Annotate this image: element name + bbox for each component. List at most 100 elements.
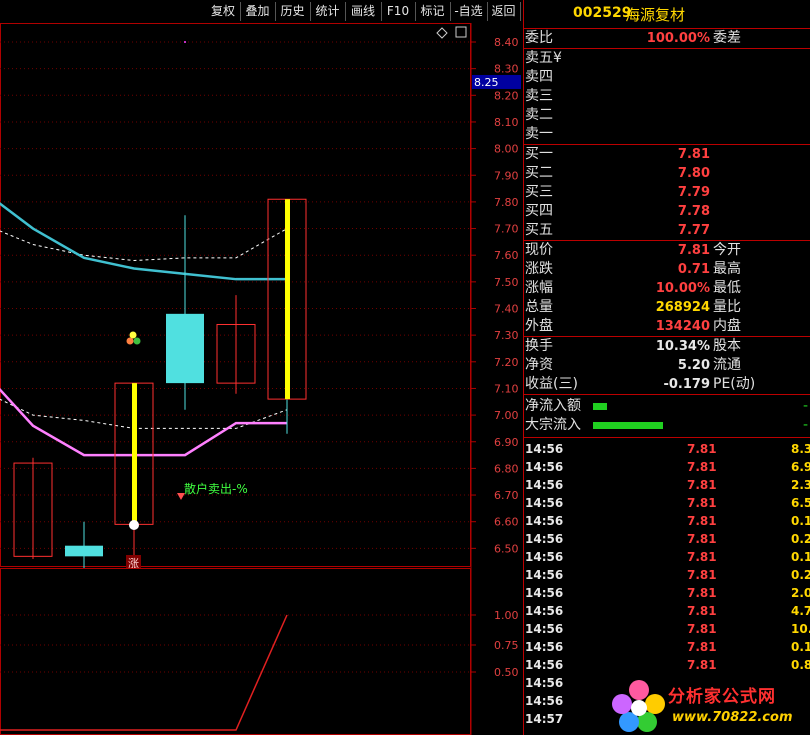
fundamental-row: 净资 5.20 流通 — [523, 356, 810, 375]
ask-row[interactable]: 卖二 — [523, 106, 810, 125]
price-tick-label: 8.00 — [494, 143, 519, 156]
order-ratio-value: 100.00% — [646, 31, 710, 46]
tick-row[interactable]: 14:56 7.81 0.2 — [523, 530, 810, 548]
toolbar-button-7[interactable]: -自选 — [450, 2, 488, 21]
tick-row[interactable]: 14:56 7.81 0.2 — [523, 566, 810, 584]
bid-price: 7.81 — [677, 147, 710, 162]
tick-row[interactable]: 14:56 7.81 4.7 — [523, 602, 810, 620]
tick-time: 14:56 — [525, 442, 564, 456]
tick-row[interactable]: 14:56 7.81 2.0 — [523, 584, 810, 602]
indicator-chart[interactable]: 1.00 0.75 0.50 — [0, 568, 522, 735]
chart-toolbar: 复权 叠加 历史 统计 画线 F10 标记 -自选 返回 — [0, 0, 522, 23]
fundamental-value: 5.20 — [677, 358, 710, 373]
ask-label: 卖二 — [525, 107, 553, 123]
tick-time: 14:56 — [525, 694, 564, 708]
tick-row[interactable]: 14:56 7.81 8.3 — [523, 440, 810, 458]
tick-time: 14:57 — [525, 712, 564, 726]
ask-label: 卖一 — [525, 126, 553, 142]
toolbar-button-8[interactable]: 返回 — [487, 2, 521, 21]
ask-row[interactable]: 卖一 — [523, 125, 810, 144]
tick-time: 14:56 — [525, 550, 564, 564]
tick-volume: 0.1 — [791, 514, 810, 528]
tick-time: 14:56 — [525, 586, 564, 600]
toolbar-button-4[interactable]: 画线 — [345, 2, 382, 21]
tick-volume: 6.9 — [791, 460, 810, 474]
price-tick-label: 8.20 — [494, 89, 519, 102]
price-tick-label: 6.80 — [494, 462, 519, 475]
divider — [523, 394, 810, 395]
tick-time: 14:56 — [525, 622, 564, 636]
tick-row[interactable]: 14:56 7.81 0.1 — [523, 548, 810, 566]
toolbar-button-3[interactable]: 统计 — [310, 2, 346, 21]
tick-time: 14:56 — [525, 658, 564, 672]
tick-row[interactable]: 14:56 7.81 10.5 — [523, 620, 810, 638]
tick-volume: 8.3 — [791, 442, 810, 456]
flow-row: 净流入额 - — [523, 397, 810, 416]
tick-row[interactable]: 14:56 7.81 0.8 — [523, 656, 810, 674]
candle-body[interactable] — [65, 545, 103, 557]
quote-label-2: 今开 — [713, 242, 741, 258]
toolbar-button-5[interactable]: F10 — [381, 2, 416, 21]
order-ratio-label: 委比 — [525, 30, 553, 46]
fundamental-label: 收益(三) — [525, 376, 578, 392]
tick-time: 14:56 — [525, 640, 564, 654]
diamond-icon[interactable] — [436, 27, 448, 39]
bid-label: 买五 — [525, 222, 553, 238]
fundamental-label-2: 股本 — [713, 338, 741, 354]
bid-price: 7.77 — [677, 223, 710, 238]
flow-bar — [593, 422, 663, 429]
flow-tail: - — [802, 417, 808, 433]
tick-price: 7.81 — [687, 604, 717, 618]
order-ratio-row: 委比 100.00% 委差 — [523, 29, 810, 48]
bid-row[interactable]: 买二 7.80 — [523, 164, 810, 183]
order-diff-label: 委差 — [713, 30, 741, 46]
flow-tail: - — [802, 398, 808, 414]
toolbar-button-1[interactable]: 叠加 — [240, 2, 276, 21]
bid-row[interactable]: 买五 7.77 — [523, 221, 810, 240]
tick-volume: 6.5 — [791, 496, 810, 510]
bid-row[interactable]: 买一 7.81 — [523, 145, 810, 164]
quote-value: 134240 — [655, 319, 710, 334]
signal-arrow-icon — [177, 493, 185, 500]
quote-value: 268924 — [655, 300, 710, 315]
tick-row[interactable]: 14:56 7.81 0.1 — [523, 638, 810, 656]
tick-row[interactable]: 14:56 7.81 6.9 — [523, 458, 810, 476]
tick-price: 7.81 — [687, 514, 717, 528]
bid-price: 7.79 — [677, 185, 710, 200]
candlestick-chart[interactable]: 8.40 8.30 8.20 8.10 8.00 7.90 7.80 7.70 7.60 7.50… — [0, 23, 522, 568]
sub-chart-frame — [0, 568, 471, 735]
tick-row[interactable]: 14:56 7.81 0.1 — [523, 512, 810, 530]
flower-logo-icon — [612, 680, 665, 732]
tick-volume: 4.7 — [791, 604, 810, 618]
bid-row[interactable]: 买三 7.79 — [523, 183, 810, 202]
toolbar-button-2[interactable]: 历史 — [275, 2, 311, 21]
toolbar-button-0[interactable]: 复权 — [206, 2, 241, 21]
tick-row[interactable]: 14:56 7.81 6.5 — [523, 494, 810, 512]
bid-label: 买四 — [525, 203, 553, 219]
toolbar-button-6[interactable]: 标记 — [415, 2, 451, 21]
ask-row[interactable]: 卖三 — [523, 87, 810, 106]
ask-label: 卖四 — [525, 69, 553, 85]
candle-body[interactable] — [166, 313, 204, 384]
tick-time: 14:56 — [525, 496, 564, 510]
tick-price: 7.81 — [687, 442, 717, 456]
fundamental-row: 收益(三) -0.179 PE(动) — [523, 375, 810, 394]
divider — [523, 437, 810, 438]
tick-price: 7.81 — [687, 532, 717, 546]
tick-volume: 10.5 — [791, 622, 810, 636]
window-toggle-icon[interactable] — [455, 26, 467, 38]
price-tick-label: 7.10 — [494, 382, 519, 395]
ask-row[interactable]: 卖四 — [523, 68, 810, 87]
price-tick-label: 8.40 — [494, 36, 519, 49]
bid-row[interactable]: 买四 7.78 — [523, 202, 810, 221]
bid-label: 买一 — [525, 146, 553, 162]
tick-price: 7.81 — [687, 622, 717, 636]
quote-value: 10.00% — [655, 281, 710, 296]
bid-price: 7.80 — [677, 166, 710, 181]
ask-row[interactable]: 卖五¥ — [523, 49, 810, 68]
price-tick-label: 6.70 — [494, 489, 519, 502]
tick-price: 7.81 — [687, 640, 717, 654]
flow-label: 净流入额 — [525, 398, 581, 414]
tick-row[interactable]: 14:56 7.81 2.3 — [523, 476, 810, 494]
price-highlight-label: 8.25 — [474, 76, 499, 89]
